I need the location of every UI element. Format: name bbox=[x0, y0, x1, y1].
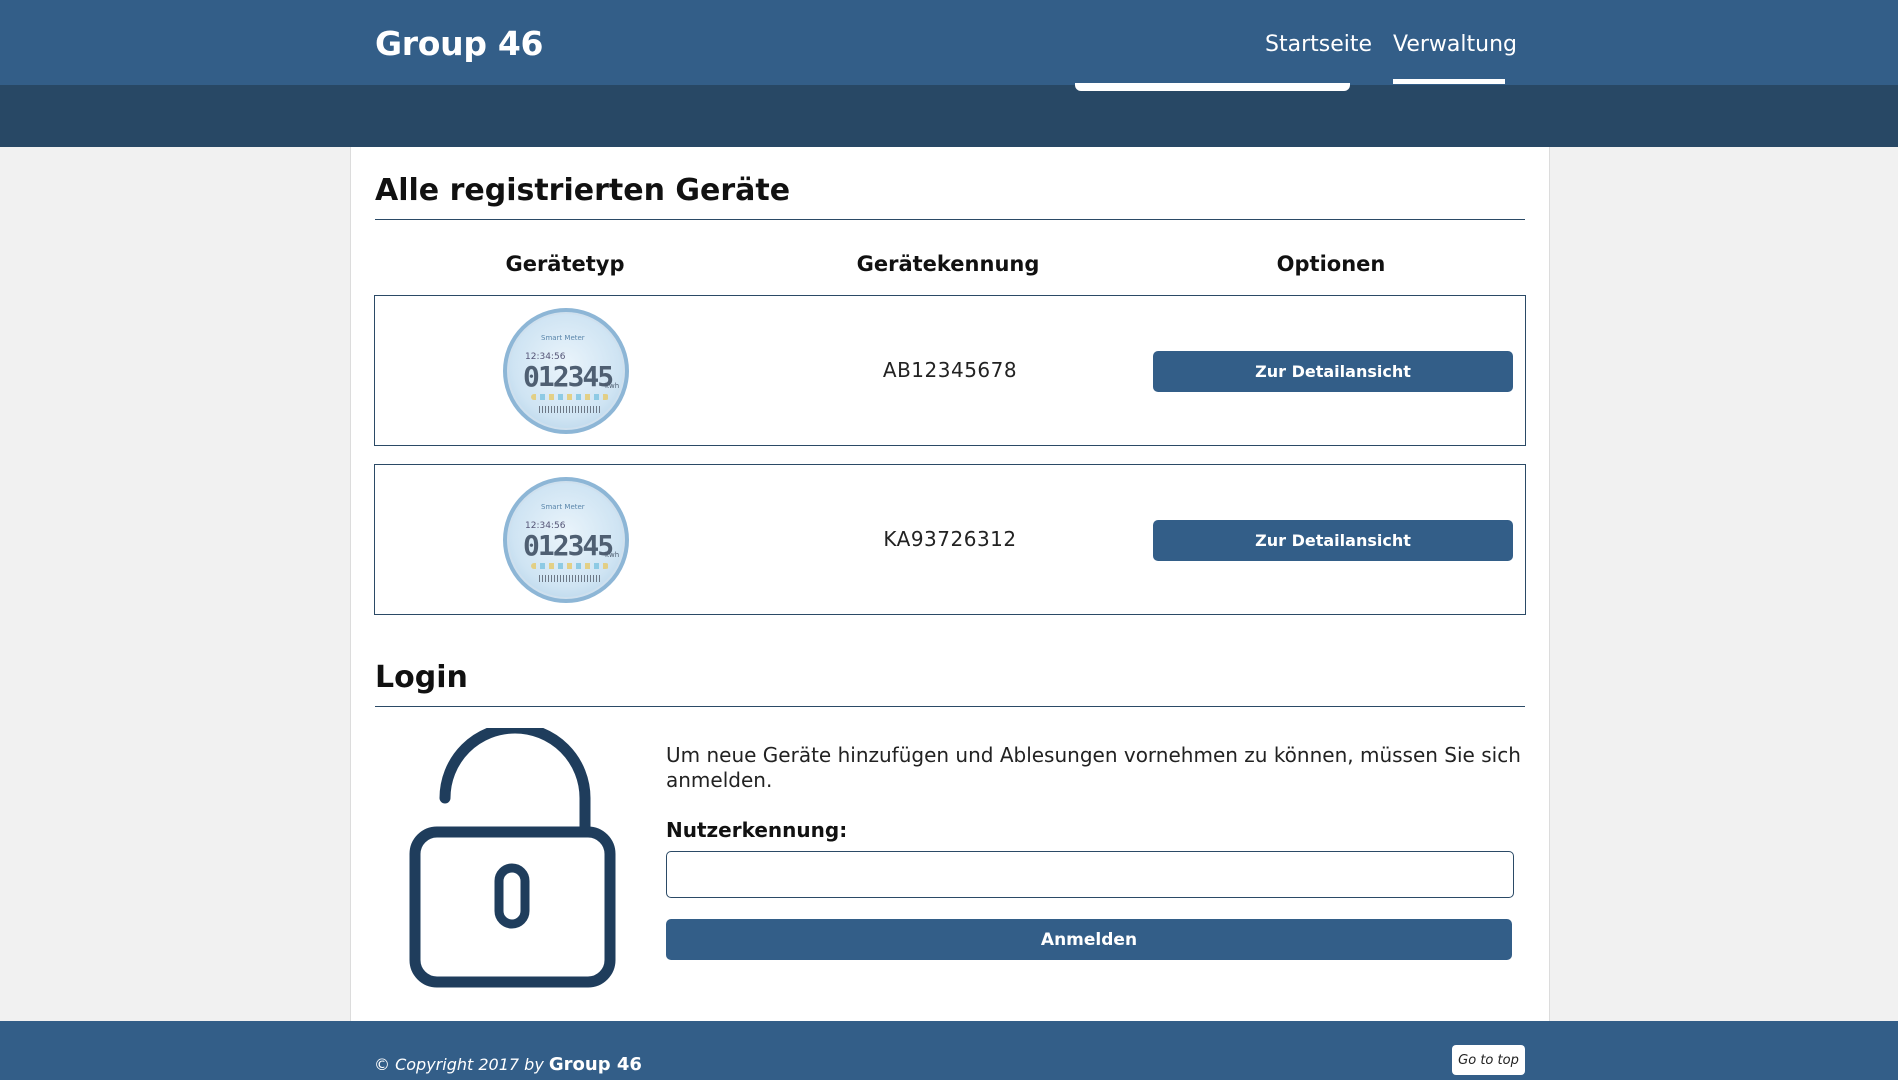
device-id-value: AB12345678 bbox=[882, 358, 1018, 382]
login-description: Um neue Geräte hinzufügen und Ablesungen… bbox=[666, 743, 1521, 792]
smart-meter-image: Smart Meter 12:34:56 012345 kwh bbox=[503, 308, 629, 434]
header-subbar-tab bbox=[1075, 83, 1350, 91]
site-brand[interactable]: Group 46 bbox=[375, 24, 543, 63]
page-footer bbox=[0, 1021, 1898, 1080]
meter-unit-label: kwh bbox=[605, 382, 620, 390]
header-subbar bbox=[0, 85, 1898, 147]
device-row: Smart Meter 12:34:56 012345 kwh KA937263… bbox=[374, 464, 1526, 615]
column-header-options: Optionen bbox=[1276, 252, 1386, 276]
device-row: Smart Meter 12:34:56 012345 kwh AB123456… bbox=[374, 295, 1526, 446]
unlocked-padlock-icon bbox=[409, 728, 616, 988]
go-to-top-button[interactable]: Go to top bbox=[1452, 1045, 1525, 1075]
meter-indicator-dots bbox=[531, 394, 609, 400]
copyright-prefix: © Copyright 2017 by bbox=[374, 1055, 544, 1074]
meter-barcode bbox=[539, 406, 601, 413]
meter-indicator-dots bbox=[531, 563, 609, 569]
top-navigation-bar bbox=[0, 0, 1898, 85]
active-nav-indicator bbox=[1393, 79, 1505, 84]
nav-link-startseite[interactable]: Startseite bbox=[1265, 32, 1372, 57]
detail-view-button[interactable]: Zur Detailansicht bbox=[1153, 351, 1513, 392]
nav-link-verwaltung[interactable]: Verwaltung bbox=[1393, 32, 1517, 57]
device-id-value: KA93726312 bbox=[883, 527, 1017, 551]
detail-view-button[interactable]: Zur Detailansicht bbox=[1153, 520, 1513, 561]
user-id-input[interactable] bbox=[666, 851, 1514, 898]
smart-meter-image: Smart Meter 12:34:56 012345 kwh bbox=[503, 477, 629, 603]
column-header-device-id: Gerätekennung bbox=[856, 252, 1040, 276]
login-button[interactable]: Anmelden bbox=[666, 919, 1512, 960]
meter-unit-label: kwh bbox=[605, 551, 620, 559]
login-section-divider bbox=[375, 706, 1525, 707]
meter-barcode bbox=[539, 575, 601, 582]
meter-reading-value: 012345 bbox=[523, 529, 614, 562]
column-header-device-type: Gerätetyp bbox=[505, 252, 625, 276]
devices-section-title: Alle registrierten Geräte bbox=[375, 173, 791, 208]
copyright-brand: Group 46 bbox=[548, 1054, 642, 1075]
meter-reading-value: 012345 bbox=[523, 360, 614, 393]
user-id-label: Nutzerkennung: bbox=[666, 818, 848, 842]
copyright-text: © Copyright 2017 by Group 46 bbox=[374, 1054, 642, 1075]
meter-brand-label: Smart Meter bbox=[541, 334, 585, 342]
meter-brand-label: Smart Meter bbox=[541, 503, 585, 511]
login-section-title: Login bbox=[375, 660, 468, 695]
devices-section-divider bbox=[375, 219, 1525, 220]
